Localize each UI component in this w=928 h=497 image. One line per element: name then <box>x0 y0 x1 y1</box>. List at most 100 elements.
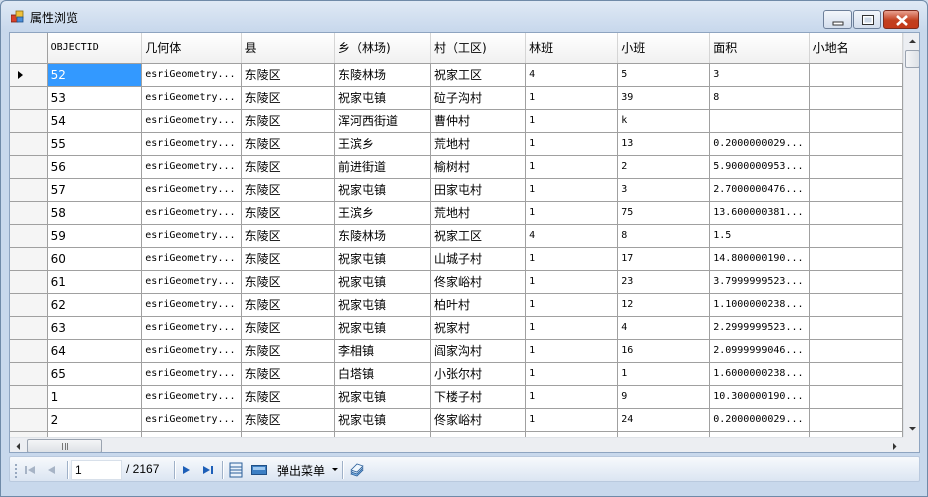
toolbar-grip-icon[interactable] <box>14 461 18 479</box>
cell-area[interactable] <box>709 109 810 133</box>
cell-objectid[interactable]: 62 <box>47 293 143 317</box>
cell-area[interactable]: 1.6000000238... <box>709 362 810 386</box>
cell-geometry[interactable]: esriGeometry... <box>141 293 242 317</box>
cell-forest-compartment[interactable]: 1 <box>525 86 619 110</box>
table-row[interactable]: 56 esriGeometry... 东陵区 前进街道 榆树村 1 2 5.900000095… <box>10 155 903 179</box>
cell-objectid[interactable]: 61 <box>47 270 143 294</box>
table-row[interactable]: 64 esriGeometry... 东陵区 李相镇 阎家沟村 1 16 2.09999990… <box>10 339 903 363</box>
cell-area[interactable]: 2.7000000476... <box>709 178 810 202</box>
cell-area[interactable]: 14.800000190... <box>709 247 810 271</box>
cell-place-name[interactable] <box>809 362 903 386</box>
cell-place-name[interactable] <box>809 155 903 179</box>
row-header[interactable] <box>10 339 48 363</box>
vertical-scrollbar[interactable] <box>903 33 920 437</box>
horizontal-scroll-thumb[interactable] <box>27 439 102 452</box>
cell-township[interactable]: 祝家屯镇 <box>334 316 431 340</box>
cell-village[interactable]: 下楼子村 <box>430 385 527 409</box>
cell-objectid[interactable]: 60 <box>47 247 143 271</box>
cell-village[interactable]: 柏叶村 <box>430 293 527 317</box>
row-header[interactable] <box>10 247 48 271</box>
cell-place-name[interactable] <box>809 247 903 271</box>
cell-village[interactable]: 祝家村 <box>430 316 527 340</box>
first-record-icon[interactable] <box>22 461 38 479</box>
cell-place-name[interactable] <box>809 385 903 409</box>
cell-sub-compartment[interactable]: 9 <box>617 385 711 409</box>
cell-forest-compartment[interactable]: 1 <box>525 362 619 386</box>
cell-sub-compartment[interactable]: 2 <box>617 155 711 179</box>
cell-village[interactable]: 田家屯村 <box>430 178 527 202</box>
cell-village[interactable]: 榆树村 <box>430 155 527 179</box>
row-header[interactable] <box>10 109 48 133</box>
cell-objectid[interactable]: 59 <box>47 224 143 248</box>
cell-county[interactable]: 东陵区 <box>241 385 335 409</box>
cell-county[interactable]: 东陵区 <box>241 178 335 202</box>
cell-place-name[interactable] <box>809 201 903 225</box>
cell-forest-compartment[interactable]: 1 <box>525 408 619 432</box>
row-header[interactable] <box>10 362 48 386</box>
cell-forest-compartment[interactable]: 4 <box>525 224 619 248</box>
table-row[interactable]: 2 esriGeometry... 东陵区 祝家屯镇 佟家峪村 1 24 0.20000000… <box>10 408 903 432</box>
cell-township[interactable]: 王滨乡 <box>334 201 431 225</box>
cell-village[interactable]: 砬子沟村 <box>430 86 527 110</box>
row-header[interactable] <box>10 155 48 179</box>
close-button[interactable] <box>883 10 919 29</box>
cell-village[interactable]: 山城子村 <box>430 247 527 271</box>
row-header[interactable] <box>10 63 48 87</box>
corner-header[interactable] <box>10 33 48 64</box>
cell-sub-compartment[interactable]: 4 <box>617 316 711 340</box>
table-row[interactable]: 55 esriGeometry... 东陵区 王滨乡 荒地村 1 13 0.200000002… <box>10 132 903 156</box>
cell-geometry[interactable]: esriGeometry... <box>141 270 242 294</box>
row-header[interactable] <box>10 270 48 294</box>
column-header-area[interactable]: 面积 <box>709 33 810 64</box>
row-header[interactable] <box>10 86 48 110</box>
cell-area[interactable]: 1.1000000238... <box>709 293 810 317</box>
column-header-place-name[interactable]: 小地名 <box>809 33 903 64</box>
cell-geometry[interactable]: esriGeometry... <box>141 408 242 432</box>
cell-village[interactable]: 佟家峪村 <box>430 408 527 432</box>
table-row[interactable]: 52 esriGeometry... 东陵区 东陵林场 祝家工区 4 5 3 <box>10 63 903 87</box>
cell-objectid[interactable]: 52 <box>47 63 143 87</box>
table-row[interactable]: 59 esriGeometry... 东陵区 东陵林场 祝家工区 4 8 1.5 <box>10 224 903 248</box>
cell-forest-compartment[interactable]: 1 <box>525 385 619 409</box>
cell-geometry[interactable]: esriGeometry... <box>141 201 242 225</box>
cell-objectid[interactable]: 64 <box>47 339 143 363</box>
cell-place-name[interactable] <box>809 408 903 432</box>
cell-forest-compartment[interactable]: 1 <box>525 247 619 271</box>
cell-county[interactable]: 东陵区 <box>241 339 335 363</box>
position-input[interactable]: 1 <box>71 460 122 480</box>
last-record-icon[interactable] <box>200 461 216 479</box>
cell-sub-compartment[interactable]: 17 <box>617 247 711 271</box>
cell-area[interactable]: 5.9000000953... <box>709 155 810 179</box>
cell-place-name[interactable] <box>809 178 903 202</box>
cell-objectid[interactable]: 57 <box>47 178 143 202</box>
cell-county[interactable]: 东陵区 <box>241 293 335 317</box>
cell-place-name[interactable] <box>809 132 903 156</box>
cell-area[interactable]: 2.0999999046... <box>709 339 810 363</box>
cell-township[interactable]: 祝家屯镇 <box>334 178 431 202</box>
cell-township[interactable]: 东陵林场 <box>334 63 431 87</box>
cell-county[interactable]: 东陵区 <box>241 155 335 179</box>
row-header[interactable] <box>10 408 48 432</box>
cell-geometry[interactable]: esriGeometry... <box>141 224 242 248</box>
cell-place-name[interactable] <box>809 109 903 133</box>
cell-sub-compartment[interactable]: 12 <box>617 293 711 317</box>
cell-area[interactable]: 10.300000190... <box>709 385 810 409</box>
cell-sub-compartment[interactable]: 24 <box>617 408 711 432</box>
table-row[interactable]: 54 esriGeometry... 东陵区 浑河西街道 曹仲村 1 k <box>10 109 903 133</box>
cell-county[interactable]: 东陵区 <box>241 247 335 271</box>
column-header-objectid[interactable]: OBJECTID <box>47 33 143 64</box>
scroll-up-icon[interactable] <box>904 33 920 50</box>
previous-record-icon[interactable] <box>44 461 60 479</box>
cell-objectid[interactable]: 53 <box>47 86 143 110</box>
horizontal-scrollbar[interactable] <box>10 437 903 452</box>
cell-township[interactable]: 前进街道 <box>334 155 431 179</box>
cell-area[interactable]: 0.2000000029... <box>709 132 810 156</box>
cell-village[interactable]: 阎家沟村 <box>430 339 527 363</box>
cell-forest-compartment[interactable]: 1 <box>525 316 619 340</box>
cell-geometry[interactable]: esriGeometry... <box>141 155 242 179</box>
title-bar[interactable]: 属性浏览 <box>1 1 927 31</box>
cell-sub-compartment[interactable]: 3 <box>617 178 711 202</box>
cell-place-name[interactable] <box>809 270 903 294</box>
table-row[interactable]: 63 esriGeometry... 东陵区 祝家屯镇 祝家村 1 4 2.299999952… <box>10 316 903 340</box>
cell-township[interactable]: 祝家屯镇 <box>334 270 431 294</box>
